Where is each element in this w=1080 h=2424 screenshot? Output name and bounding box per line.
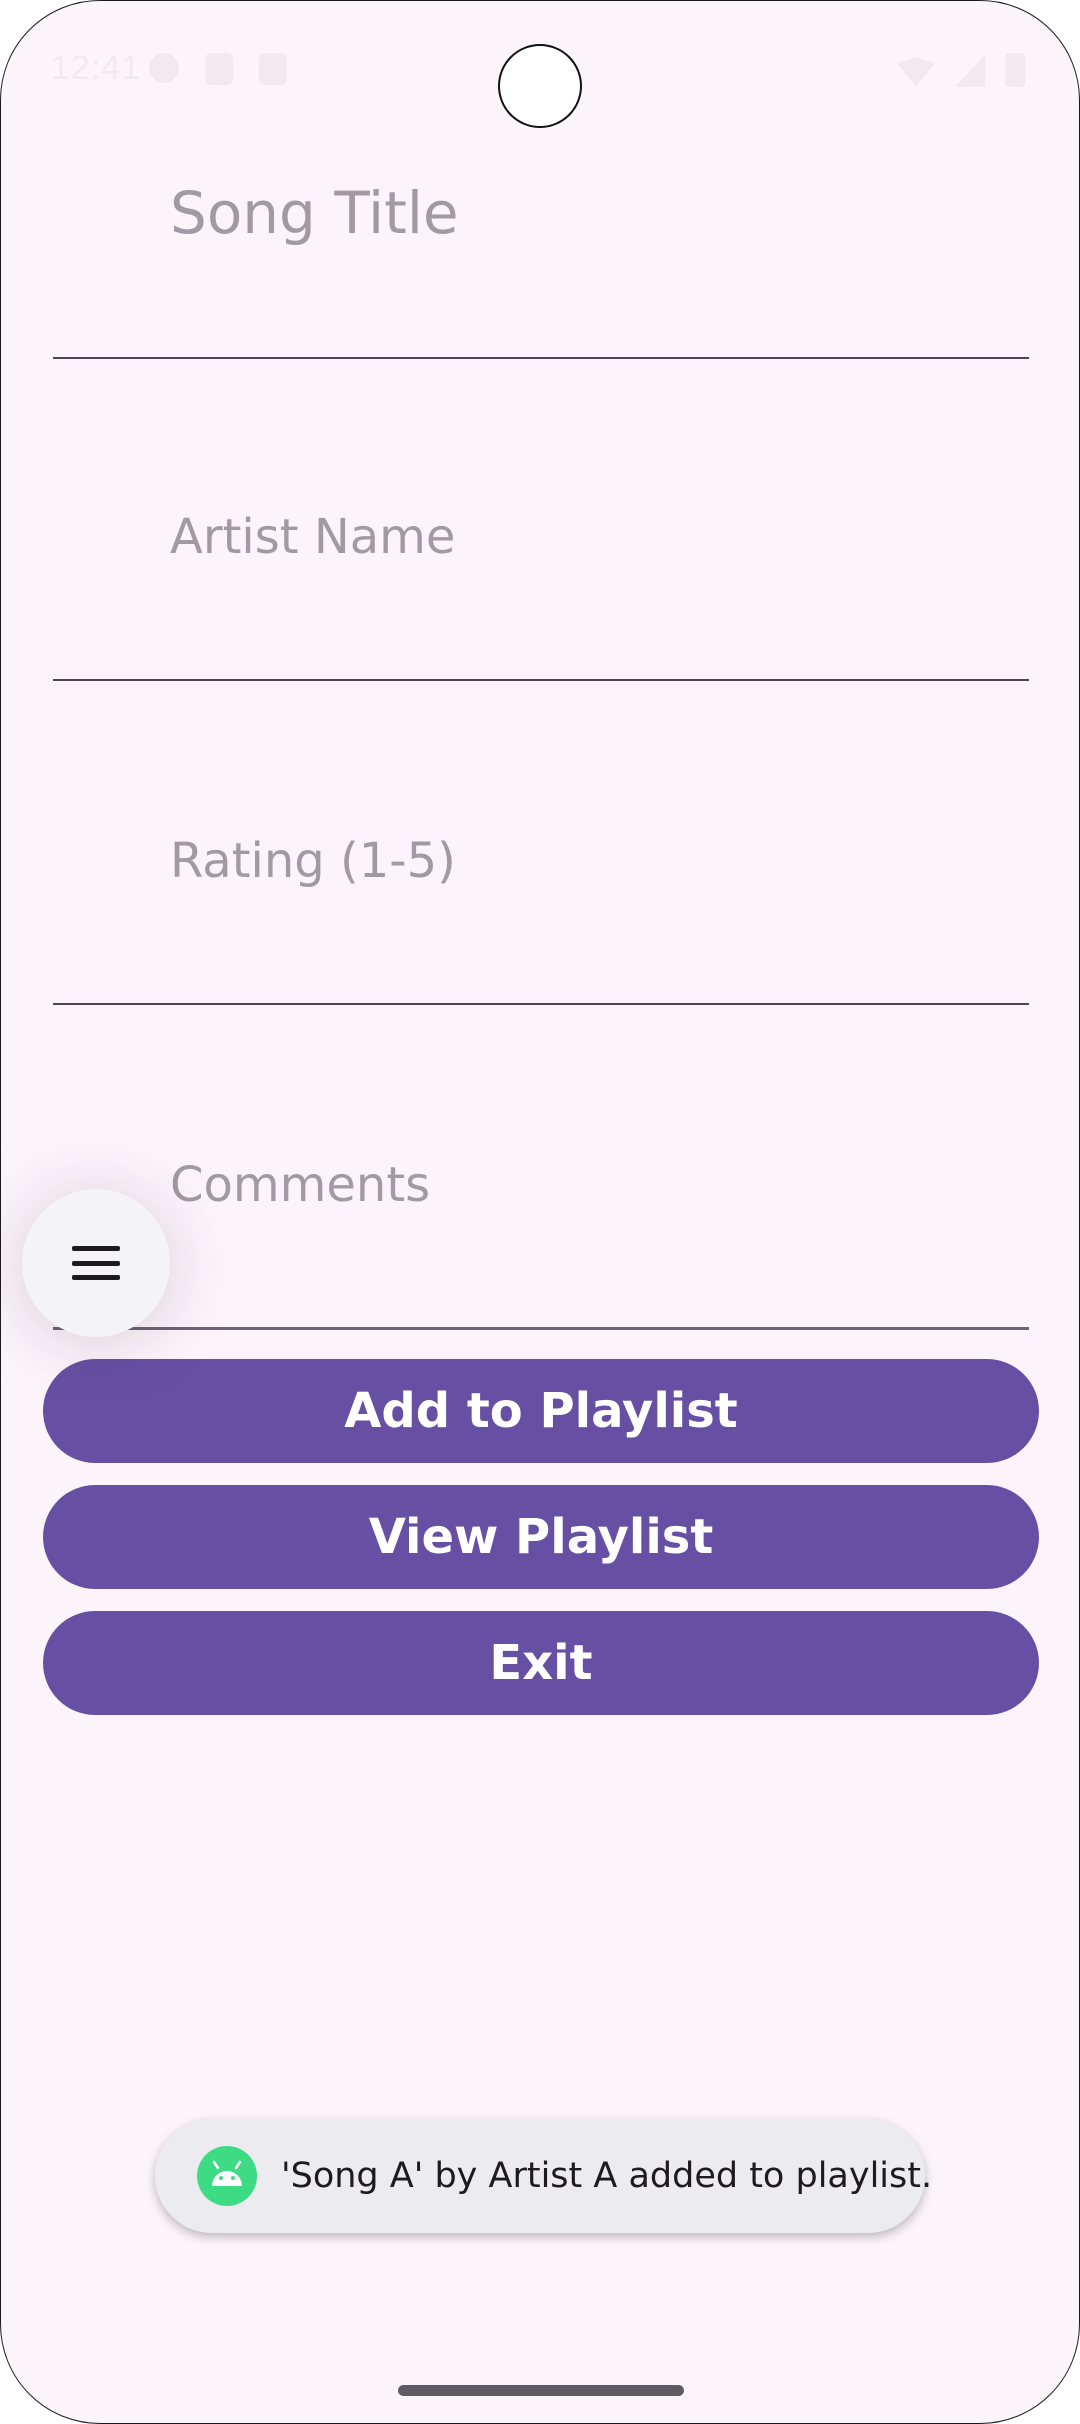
comments-input[interactable]: Comments bbox=[53, 1007, 1029, 1330]
view-playlist-button[interactable]: View Playlist bbox=[43, 1485, 1039, 1589]
add-to-playlist-button[interactable]: Add to Playlist bbox=[43, 1359, 1039, 1463]
toast-message: 'Song A' by Artist A added to playlist. bbox=[281, 2156, 933, 2196]
comments-hint: Comments bbox=[170, 1157, 431, 1213]
toast-notification: 'Song A' by Artist A added to playlist. bbox=[155, 2119, 932, 2233]
song-title-input[interactable]: Song Title bbox=[53, 1, 1029, 359]
home-indicator[interactable] bbox=[398, 2385, 684, 2396]
menu-icon bbox=[72, 1246, 120, 1280]
floating-menu-button[interactable] bbox=[22, 1189, 170, 1337]
phone-screen: 12:41 Song Title Artist Name Rating (1-5… bbox=[0, 0, 1080, 2424]
artist-name-hint: Artist Name bbox=[170, 509, 456, 565]
song-title-hint: Song Title bbox=[170, 179, 459, 247]
android-icon bbox=[197, 2146, 257, 2206]
exit-button[interactable]: Exit bbox=[43, 1611, 1039, 1715]
rating-hint: Rating (1-5) bbox=[170, 833, 456, 889]
rating-input[interactable]: Rating (1-5) bbox=[53, 683, 1029, 1005]
artist-name-input[interactable]: Artist Name bbox=[53, 361, 1029, 681]
